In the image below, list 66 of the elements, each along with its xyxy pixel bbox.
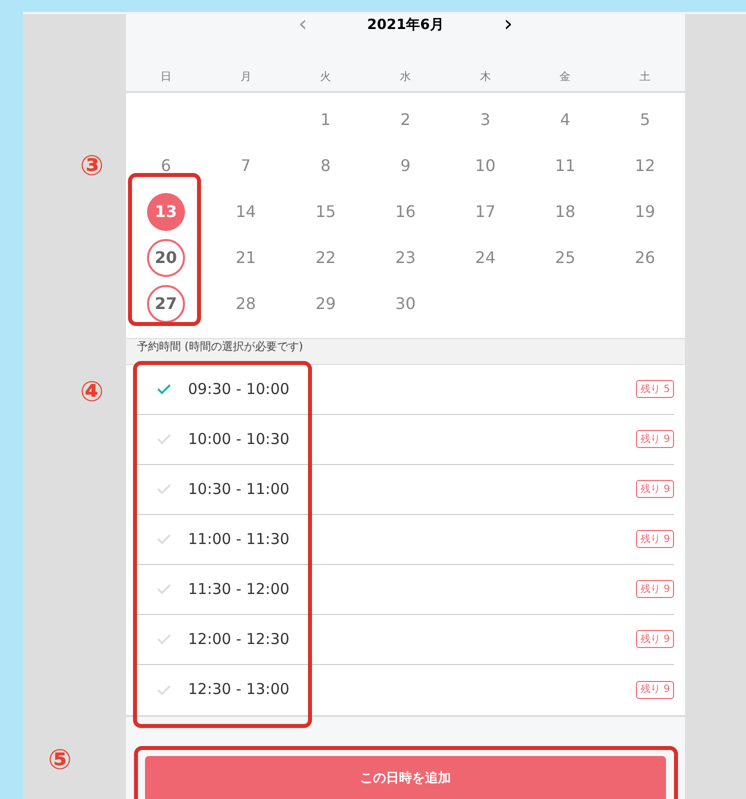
calendar-day[interactable]: 15 (306, 193, 345, 231)
weekday-label: 木 (480, 69, 491, 85)
calendar-day[interactable]: 9 (386, 147, 424, 185)
step-number: ④ (80, 374, 104, 410)
previous-month-button[interactable]: ‹ (298, 14, 308, 36)
calendar-day[interactable]: 18 (546, 193, 584, 231)
calendar-day[interactable]: 16 (386, 193, 424, 231)
calendar-day[interactable]: 14 (226, 193, 265, 231)
step-number: ⑤ (48, 742, 72, 778)
calendar-day[interactable]: 3 (466, 101, 504, 139)
weekday-label: 日 (160, 69, 172, 85)
weekday-label: 土 (640, 69, 651, 85)
time-range: 12:00 - 12:30 (188, 628, 290, 650)
time-range: 09:30 - 10:00 (188, 378, 290, 400)
remaining-badge: 残り 9 (636, 630, 674, 648)
calendar-day[interactable]: 20 (146, 239, 185, 277)
remaining-badge: 残り 9 (636, 680, 674, 698)
time-slot[interactable]: 10:00 - 10:30 残り 9 (137, 414, 674, 464)
calendar-day[interactable]: 1 (306, 101, 345, 139)
time-range: 10:00 - 10:30 (188, 428, 290, 450)
calendar-day[interactable]: 22 (306, 239, 345, 277)
calendar-day[interactable]: 10 (466, 147, 504, 185)
calendar-day[interactable]: 24 (466, 239, 504, 277)
calendar-day[interactable]: 11 (546, 147, 584, 185)
calendar-day[interactable]: 19 (626, 193, 664, 231)
remaining-badge: 残り 9 (636, 480, 674, 498)
calendar-day[interactable]: 27 (146, 285, 185, 323)
section-label: 予約時間 (時間の選択が必要です) (137, 339, 304, 355)
weekday-label: 月 (240, 69, 252, 85)
calendar-day[interactable]: 28 (226, 285, 265, 323)
weekday-label: 金 (560, 69, 571, 85)
calendar-day[interactable]: 4 (546, 101, 584, 139)
time-slot[interactable]: 12:30 - 13:00 残り 9 (137, 664, 674, 714)
month-title: 2021年6月 (367, 16, 444, 34)
calendar-day[interactable]: 8 (306, 147, 345, 185)
time-slot[interactable]: 12:00 - 12:30 残り 9 (137, 614, 674, 664)
weekday-label: 火 (320, 69, 332, 85)
weekday-label: 水 (400, 69, 411, 85)
time-range: 11:00 - 11:30 (188, 528, 290, 550)
calendar-day[interactable]: 7 (226, 147, 265, 185)
calendar-day[interactable]: 2 (386, 101, 424, 139)
calendar-day[interactable]: 23 (386, 239, 424, 277)
calendar-day[interactable]: 5 (626, 101, 664, 139)
remaining-badge: 残り 9 (636, 580, 674, 598)
calendar-day[interactable]: 17 (466, 193, 504, 231)
time-slot[interactable]: 10:30 - 11:00 残り 9 (137, 464, 674, 514)
calendar-day[interactable]: 6 (146, 147, 185, 185)
time-slot[interactable]: 09:30 - 10:00 残り 5 (137, 364, 674, 414)
time-slot[interactable]: 11:00 - 11:30 残り 9 (137, 514, 674, 564)
remaining-badge: 残り 5 (636, 380, 674, 398)
time-range: 10:30 - 11:00 (188, 478, 290, 500)
calendar-day[interactable]: 26 (626, 239, 664, 277)
calendar-day[interactable]: 12 (626, 147, 664, 185)
step-number: ③ (80, 148, 104, 184)
calendar-day[interactable]: 21 (226, 239, 265, 277)
calendar-day[interactable]: 25 (546, 239, 584, 277)
remaining-badge: 残り 9 (636, 430, 674, 448)
calendar-day[interactable]: 29 (306, 285, 345, 323)
remaining-badge: 残り 9 (636, 530, 674, 548)
time-slot[interactable]: 11:30 - 12:00 残り 9 (137, 564, 674, 614)
add-datetime-button[interactable]: この日時を追加 (145, 756, 666, 799)
time-range: 12:30 - 13:00 (188, 679, 290, 700)
calendar-day[interactable]: 30 (386, 285, 424, 323)
next-month-button[interactable]: › (504, 14, 513, 36)
time-range: 11:30 - 12:00 (188, 578, 290, 600)
calendar-day[interactable]: 13 (146, 193, 185, 231)
